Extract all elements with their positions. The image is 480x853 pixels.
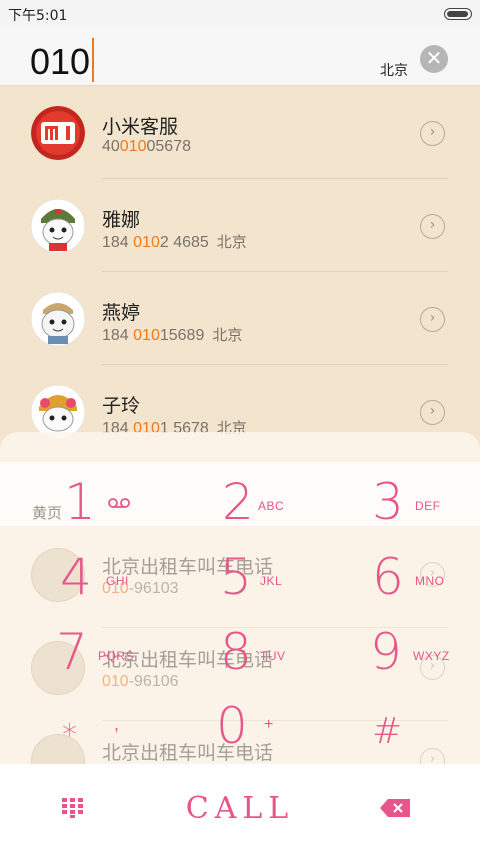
key-star[interactable]: * , <box>0 694 160 770</box>
contact-row[interactable]: 燕婷 184 01015689 北京 › <box>0 272 480 365</box>
key-letters: GHI <box>106 574 129 588</box>
key-digit: 2 <box>222 473 254 531</box>
key-letters: PQRS <box>98 649 135 663</box>
key-digit: 9 <box>370 623 402 681</box>
key-digit: 4 <box>60 548 92 606</box>
text-caret <box>92 38 95 82</box>
key-letters: TUV <box>260 649 286 663</box>
key-letters: JKL <box>260 574 283 588</box>
key-digit: 1 <box>64 473 96 531</box>
key-digit: 0 <box>216 697 248 755</box>
voicemail-icon <box>108 494 130 513</box>
contact-row[interactable]: 雅娜 184 0102 4685 北京 › <box>0 179 480 272</box>
key-8[interactable]: 8 TUV <box>160 620 320 696</box>
key-4[interactable]: 4 GHI <box>0 545 160 621</box>
chevron-right-icon[interactable]: › <box>420 400 445 425</box>
close-icon[interactable]: ✕ <box>420 45 448 73</box>
key-1[interactable]: 1 <box>0 470 160 546</box>
dialpad-toggle-button[interactable] <box>8 764 140 853</box>
backspace-icon[interactable] <box>380 799 410 817</box>
battery-icon <box>444 8 472 20</box>
key-letters: , <box>114 714 120 734</box>
key-digit: 3 <box>372 473 404 531</box>
key-letters: WXYZ <box>413 649 450 663</box>
key-2[interactable]: 2 ABC <box>160 470 320 546</box>
mitu-avatar <box>31 199 85 253</box>
chevron-right-icon[interactable]: › <box>420 307 445 332</box>
status-time: 下午5:01 <box>8 8 68 24</box>
key-0[interactable]: 0 + <box>160 694 320 770</box>
key-digit: 6 <box>372 548 404 606</box>
key-digit: * <box>62 718 77 753</box>
dialpad-grid-icon <box>62 798 83 818</box>
key-digit: # <box>372 711 403 752</box>
contact-row[interactable]: 小米客服 4001005678 › <box>0 86 480 179</box>
key-letters: + <box>264 716 274 733</box>
mitu-avatar <box>31 292 85 346</box>
key-digit: 7 <box>56 623 88 681</box>
dialed-number-text: 010 <box>30 41 91 82</box>
call-button[interactable]: CALL <box>160 784 320 834</box>
key-letters: ABC <box>258 499 285 513</box>
dialer-bottom-bar: CALL <box>0 764 480 853</box>
mitu-avatar <box>31 385 85 439</box>
key-digit: 8 <box>220 623 252 681</box>
key-6[interactable]: 6 MNO <box>320 545 480 621</box>
contact-number: 184 0102 4685 北京 <box>102 233 247 251</box>
key-9[interactable]: 9 WXYZ <box>320 620 480 696</box>
contact-name: 小米客服 <box>102 116 179 138</box>
key-5[interactable]: 5 JKL <box>160 545 320 621</box>
key-hash[interactable]: # <box>320 694 480 770</box>
status-bar: 下午5:01 <box>0 0 480 28</box>
key-7[interactable]: 7 PQRS <box>0 620 160 696</box>
contact-number: 184 01015689 北京 <box>102 326 243 344</box>
contact-name: 雅娜 <box>102 209 141 231</box>
dialed-number-input[interactable]: 010 <box>30 38 95 83</box>
contact-name: 燕婷 <box>102 302 141 324</box>
key-letters: MNO <box>415 574 445 588</box>
chevron-right-icon[interactable]: › <box>420 214 445 239</box>
chevron-right-icon[interactable]: › <box>420 121 445 146</box>
key-digit: 5 <box>220 548 252 606</box>
key-3[interactable]: 3 DEF <box>320 470 480 546</box>
region-label: 北京 <box>380 63 408 79</box>
dialer-input-bar: 010 北京 ✕ <box>0 28 480 86</box>
contact-number: 4001005678 <box>102 138 191 155</box>
contact-name: 子玲 <box>102 395 141 417</box>
key-letters: DEF <box>415 499 441 513</box>
mi-logo-avatar <box>31 106 85 160</box>
